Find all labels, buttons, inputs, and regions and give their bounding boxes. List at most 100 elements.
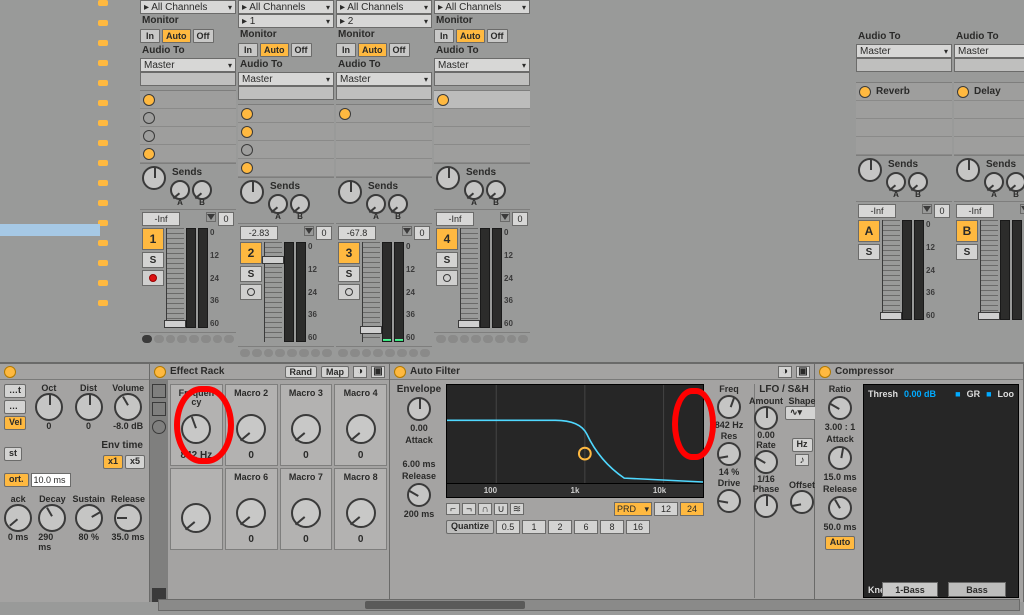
clip-play-icon[interactable] [437, 94, 449, 106]
clip-play-icon[interactable] [143, 148, 155, 160]
release-knob[interactable]: Release 35.0 ms [111, 495, 145, 542]
freq-knob[interactable] [717, 395, 741, 419]
clip-slot-empty[interactable] [434, 109, 530, 127]
macro-knob[interactable] [291, 414, 321, 444]
crossfade-assign[interactable] [238, 346, 334, 360]
filter-type-lp-icon[interactable]: ⌐ [446, 503, 460, 515]
filter-graph[interactable]: 100 1k 10k ⌐ ¬ ∩ ∪ ≋ PRD▾ 12 24 Quantize [446, 384, 704, 598]
env-amount-knob[interactable] [407, 397, 431, 421]
send-a-knob[interactable] [170, 180, 190, 200]
sustain-knob[interactable]: Sustain 80 % [72, 495, 105, 542]
output-channel[interactable] [238, 86, 334, 100]
audio-to-select[interactable]: Master▾ [238, 72, 334, 86]
map-button[interactable]: Map [321, 366, 349, 378]
clip-slot-empty[interactable] [856, 119, 952, 137]
rand-button[interactable]: Rand [285, 366, 318, 378]
monitor-auto[interactable]: Auto [358, 43, 387, 57]
solo-button[interactable]: S [956, 244, 978, 260]
scrollbar-thumb[interactable] [365, 601, 525, 609]
macro-knob[interactable] [236, 498, 266, 528]
st-field[interactable]: st [4, 447, 22, 461]
device-scrollbar[interactable] [158, 599, 1020, 611]
show-macros-icon[interactable] [152, 384, 166, 398]
device-activator[interactable] [819, 366, 831, 378]
arm-button[interactable] [436, 270, 458, 286]
auto-release-button[interactable]: Auto [825, 536, 856, 550]
clip-play-icon[interactable] [339, 108, 351, 120]
clip-slot-empty[interactable] [954, 137, 1024, 155]
lfo-rate-knob[interactable] [754, 450, 778, 474]
volume-value[interactable]: -Inf [142, 212, 180, 226]
arm-button[interactable] [142, 270, 164, 286]
midi-channel-select[interactable]: ▸ All Channels▾ [434, 0, 530, 14]
solo-button[interactable]: S [142, 252, 164, 268]
audio-to-select[interactable]: Master▾ [434, 58, 530, 72]
monitor-in[interactable]: In [238, 43, 258, 57]
lfo-amount-knob[interactable] [754, 406, 778, 430]
macro-8[interactable]: Macro 8 0 [334, 468, 387, 550]
monitor-off[interactable]: Off [487, 29, 508, 43]
filter-type-notch-icon[interactable]: ∪ [494, 503, 508, 515]
monitor-auto[interactable]: Auto [260, 43, 289, 57]
quantize-8[interactable]: 8 [600, 520, 624, 534]
clip-stop-icon[interactable] [143, 130, 155, 142]
midi-channel-select[interactable]: ▸ All Channels▾ [336, 0, 432, 14]
lfo-offset-knob[interactable] [790, 490, 814, 514]
monitor-in[interactable]: In [336, 43, 356, 57]
ort-button[interactable]: ort. [4, 473, 29, 487]
volume-fader[interactable] [980, 220, 998, 320]
midi-channel-select[interactable]: ▸ All Channels▾ [238, 0, 334, 14]
macro-knob[interactable] [346, 414, 376, 444]
output-channel[interactable] [140, 72, 236, 86]
peak-indicator[interactable] [922, 204, 932, 214]
clip-play-icon[interactable] [241, 126, 253, 138]
clip-slot-empty[interactable] [954, 101, 1024, 119]
output-channel[interactable] [434, 72, 530, 86]
solo-button[interactable]: S [240, 266, 262, 282]
macro-knob[interactable] [291, 498, 321, 528]
volume-value[interactable]: -67.8 [338, 226, 376, 240]
clip-slot[interactable] [140, 145, 236, 163]
volume-value[interactable]: -Inf [956, 204, 994, 218]
macro-1[interactable]: Frequency 842 Hz [170, 384, 223, 466]
send-b-knob[interactable] [290, 194, 310, 214]
thresh-value[interactable]: 0.00 dB [904, 389, 936, 399]
monitor-auto[interactable]: Auto [162, 29, 191, 43]
volume-value[interactable]: -Inf [436, 212, 474, 226]
pan-knob[interactable] [436, 166, 460, 190]
send-a-knob[interactable] [366, 194, 386, 214]
monitor-off[interactable]: Off [389, 43, 410, 57]
output-channel[interactable] [336, 86, 432, 100]
peak-indicator[interactable] [402, 226, 412, 236]
hz-button[interactable]: Hz [792, 438, 813, 452]
pan-knob[interactable] [142, 166, 166, 190]
clip-slot-empty[interactable] [434, 127, 530, 145]
track-activator[interactable]: 4 [436, 228, 458, 250]
macro-knob[interactable] [181, 414, 211, 444]
x5-button[interactable]: x5 [125, 455, 145, 469]
clip-slot[interactable] [336, 105, 432, 123]
send-b-knob[interactable] [908, 172, 928, 192]
macro-knob[interactable] [181, 503, 211, 533]
send-a-knob[interactable] [886, 172, 906, 192]
volume-fader[interactable] [362, 242, 380, 342]
solo-button[interactable]: S [338, 266, 360, 282]
clip-slot-empty[interactable] [336, 159, 432, 177]
output-channel[interactable] [954, 58, 1024, 72]
ratio-knob[interactable] [828, 396, 852, 420]
compressor-graph[interactable]: Thresh 0.00 dB ■ GR ■ Loo Knee 6.0 dB [863, 384, 1019, 598]
segment-button[interactable]: … [4, 400, 26, 414]
filter-type-bp-icon[interactable]: ∩ [478, 503, 492, 515]
peak-indicator[interactable] [206, 212, 216, 222]
track-activator[interactable]: 3 [338, 242, 360, 264]
chain-tab-1-bass[interactable]: 1-Bass [882, 582, 938, 597]
clip-stop-icon[interactable] [241, 144, 253, 156]
device-activator[interactable] [4, 366, 16, 378]
hot-swap-icon[interactable]: ◑ [353, 366, 367, 378]
track-activator[interactable]: 2 [240, 242, 262, 264]
drive-knob[interactable] [717, 489, 741, 513]
quantize-1[interactable]: 1 [522, 520, 546, 534]
clip-slot[interactable] [140, 109, 236, 127]
volume-knob[interactable]: Volume -8.0 dB [111, 384, 145, 431]
volume-fader[interactable] [264, 242, 282, 342]
